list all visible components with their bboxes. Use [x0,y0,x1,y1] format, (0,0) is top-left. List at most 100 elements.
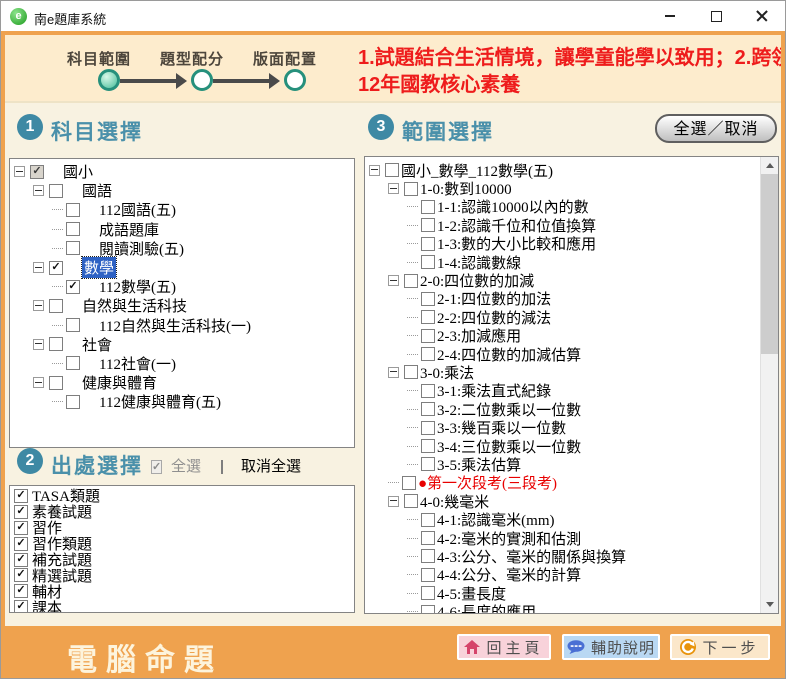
tree-item[interactable]: 112社會(一) [14,354,354,373]
maximize-button[interactable] [693,1,739,31]
tree-item[interactable]: 2-2:四位數的減法 [369,308,761,326]
tree-item[interactable]: 3-3:幾百乘以一位數 [369,418,761,436]
scroll-down-button[interactable] [761,596,778,613]
tree-checkbox[interactable] [421,347,435,361]
tree-checkbox[interactable] [421,531,435,545]
tree-item[interactable]: 3-4:三位數乘以一位數 [369,437,761,455]
collapse-icon[interactable] [388,275,399,286]
tree-label[interactable]: 國小 [63,161,93,182]
collapse-icon[interactable] [33,339,44,350]
tree-label[interactable]: 112社會(一) [99,353,176,374]
tree-label[interactable]: 112國語(五) [99,199,176,220]
collapse-icon[interactable] [388,496,399,507]
tree-label[interactable]: 社會 [82,334,112,355]
scrollbar[interactable] [760,157,778,613]
tree-item[interactable]: 2-1:四位數的加法 [369,290,761,308]
source-item[interactable]: 精選試題 [14,567,354,583]
tree-item[interactable]: 3-2:二位數乘以一位數 [369,400,761,418]
source-checkbox[interactable] [14,600,28,613]
scrollbar-thumb[interactable] [761,174,778,354]
tree-item[interactable]: 自然與生活科技 [14,296,354,315]
source-checkbox[interactable] [14,489,28,503]
tree-item[interactable]: 4-1:認識毫米(mm) [369,510,761,528]
tree-item[interactable]: 112數學(五) [14,277,354,296]
tree-item[interactable]: 1-2:認識千位和位值換算 [369,216,761,234]
tree-checkbox[interactable] [421,605,435,614]
source-checkbox[interactable] [14,553,28,567]
tree-item[interactable]: 112健康與體育(五) [14,392,354,411]
tree-checkbox[interactable] [404,494,418,508]
tree-checkbox[interactable] [421,329,435,343]
tree-checkbox[interactable] [421,439,435,453]
tree-item[interactable]: 1-0:數到10000 [369,179,761,197]
tree-checkbox[interactable] [421,586,435,600]
tree-item[interactable]: 112國語(五) [14,200,354,219]
tree-item[interactable]: 2-3:加減應用 [369,327,761,345]
tree-item[interactable]: 4-4:公分、毫米的計算 [369,566,761,584]
tree-item[interactable]: 國語 [14,181,354,200]
tree-item[interactable]: 成語題庫 [14,220,354,239]
tree-checkbox[interactable] [402,476,416,490]
tree-label[interactable]: 112健康與體育(五) [99,391,221,412]
collapse-icon[interactable] [33,185,44,196]
source-checkbox[interactable] [14,568,28,582]
source-checkbox[interactable] [14,537,28,551]
tree-item[interactable]: 4-2:毫米的實測和估測 [369,529,761,547]
tree-item[interactable]: 國小 [14,162,354,181]
tree-item[interactable]: 國小_數學_112數學(五) [369,161,761,179]
tree-checkbox[interactable] [49,184,63,198]
source-item[interactable]: 素養試題 [14,504,354,520]
tree-checkbox[interactable] [49,261,63,275]
tree-checkbox[interactable] [421,255,435,269]
tree-item[interactable]: 3-0:乘法 [369,363,761,381]
tree-label[interactable]: 112自然與生活科技(一) [99,315,251,336]
tree-item[interactable]: ●第一次段考(三段考) [369,474,761,492]
tree-checkbox[interactable] [66,395,80,409]
tree-checkbox[interactable] [66,222,80,236]
tree-checkbox[interactable] [421,237,435,251]
tree-checkbox[interactable] [66,280,80,294]
tree-checkbox[interactable] [421,457,435,471]
source-checkbox[interactable] [14,521,28,535]
scroll-up-button[interactable] [761,157,778,174]
collapse-icon[interactable] [33,300,44,311]
tree-checkbox[interactable] [421,513,435,527]
tree-item[interactable]: 4-3:公分、毫米的關係與換算 [369,547,761,565]
next-step-button[interactable]: 下一步 [670,634,770,660]
tree-item[interactable]: 3-5:乘法估算 [369,455,761,473]
source-checkbox[interactable] [14,505,28,519]
tree-item[interactable]: 4-6:長度的應用 [369,602,761,614]
tree-item[interactable]: 112自然與生活科技(一) [14,316,354,335]
tree-item[interactable]: 1-1:認識10000以內的數 [369,198,761,216]
tree-label[interactable]: 閱讀測驗(五) [99,238,184,259]
tree-label[interactable]: 健康與體育 [82,372,157,393]
tree-checkbox[interactable] [421,218,435,232]
tree-label[interactable]: 112數學(五) [99,276,176,297]
tree-checkbox[interactable] [66,318,80,332]
tree-item[interactable]: 閱讀測驗(五) [14,239,354,258]
tree-checkbox[interactable] [66,356,80,370]
tree-checkbox[interactable] [66,203,80,217]
tree-label[interactable]: 國語 [82,180,112,201]
tree-checkbox[interactable] [49,337,63,351]
home-button[interactable]: 回主頁 [457,634,551,660]
tree-label[interactable]: 成語題庫 [99,219,159,240]
tree-checkbox[interactable] [421,568,435,582]
tree-label[interactable]: 自然與生活科技 [82,295,187,316]
tree-checkbox[interactable] [49,299,63,313]
deselect-all-checkbox[interactable] [221,457,234,470]
collapse-icon[interactable] [33,262,44,273]
close-button[interactable] [739,1,785,31]
tree-checkbox[interactable] [404,274,418,288]
tree-checkbox[interactable] [421,549,435,563]
tree-item[interactable]: 4-5:畫長度 [369,584,761,602]
tree-label[interactable]: 數學 [82,257,116,278]
tree-checkbox[interactable] [66,241,80,255]
select-all-checkbox[interactable] [151,457,164,470]
tree-checkbox[interactable] [421,310,435,324]
collapse-icon[interactable] [369,165,380,176]
tree-checkbox[interactable] [49,376,63,390]
tree-item[interactable]: 3-1:乘法直式紀錄 [369,382,761,400]
minimize-button[interactable] [647,1,693,31]
source-item[interactable]: 課本 [14,599,354,613]
